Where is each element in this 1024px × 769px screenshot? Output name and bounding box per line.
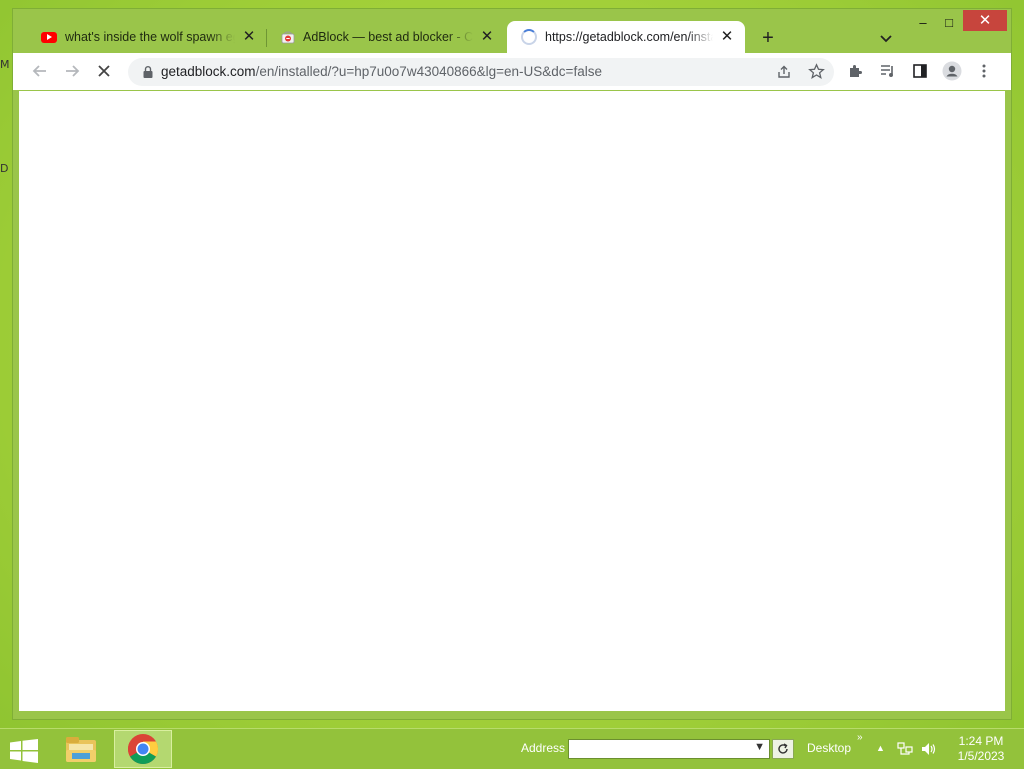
page-content-blank <box>19 91 1005 711</box>
clock-time: 1:24 PM <box>958 734 1004 748</box>
forward-arrow-icon <box>66 65 80 77</box>
desktop-edge-label: D <box>0 162 9 175</box>
more-vertical-icon <box>982 64 986 78</box>
clock-date: 1/5/2023 <box>957 749 1005 763</box>
windows-start-icon[interactable] <box>10 739 38 763</box>
tab-youtube[interactable]: what's inside the wolf spawn egg ✕ <box>27 21 267 53</box>
avatar-icon <box>942 61 962 81</box>
chrome-icon <box>127 734 159 765</box>
taskbar-address-input[interactable]: ▼ <box>568 739 770 759</box>
stop-x-icon <box>98 65 110 77</box>
bookmark-star-icon[interactable] <box>808 63 825 80</box>
side-panel-button[interactable] <box>909 60 931 82</box>
maximize-button[interactable]: □ <box>939 13 959 33</box>
profile-button[interactable] <box>941 60 963 82</box>
show-hidden-icons-arrow-icon[interactable]: ▲ <box>876 743 885 753</box>
network-icon[interactable] <box>897 741 913 757</box>
close-icon[interactable]: ✕ <box>479 29 495 45</box>
browser-toolbar: getadblock.com/en/installed/?u=hp7u0o7w4… <box>13 53 1011 90</box>
close-icon[interactable]: ✕ <box>719 29 735 45</box>
url-path: /en/installed/?u=hp7u0o7w43040866&lg=en-… <box>255 64 602 79</box>
chrome-menu-button[interactable] <box>973 60 995 82</box>
lock-icon[interactable] <box>142 65 154 79</box>
toolbar-overflow-chevron-icon[interactable]: » <box>857 732 863 743</box>
tab-search-chevron-icon[interactable] <box>877 29 895 47</box>
browser-window: what's inside the wolf spawn egg ✕ AdBlo… <box>12 8 1012 720</box>
forward-button[interactable] <box>61 60 83 82</box>
youtube-icon <box>41 31 57 43</box>
window-close-button[interactable]: ✕ <box>963 10 1007 31</box>
tab-label: AdBlock — best ad blocker - Chrome Web S… <box>303 30 473 44</box>
address-bar[interactable]: getadblock.com/en/installed/?u=hp7u0o7w4… <box>128 58 834 86</box>
share-icon[interactable] <box>776 64 792 80</box>
back-button[interactable] <box>29 60 51 82</box>
system-clock[interactable]: 1:24 PM 1/5/2023 <box>948 734 1014 764</box>
url-text: getadblock.com/en/installed/?u=hp7u0o7w4… <box>161 64 602 79</box>
chrome-taskbar-button[interactable] <box>114 730 172 768</box>
playlist-icon <box>881 65 893 77</box>
adblock-store-icon <box>281 31 295 44</box>
extensions-button[interactable] <box>845 60 867 82</box>
chevron-down-icon[interactable]: ▼ <box>754 741 765 753</box>
close-icon[interactable]: ✕ <box>241 29 257 45</box>
tab-adblock-store[interactable]: AdBlock — best ad blocker - Chrome Web S… <box>267 21 505 53</box>
refresh-icon <box>778 743 788 754</box>
new-tab-button[interactable]: + <box>757 27 779 49</box>
desktop-edge-label: M <box>0 58 10 71</box>
file-explorer-icon <box>66 737 96 762</box>
puzzle-icon <box>850 65 862 77</box>
tab-getadblock-active[interactable]: https://getadblock.com/en/installed/ ✕ <box>507 21 745 53</box>
url-host: getadblock.com <box>161 64 256 79</box>
file-explorer-taskbar-button[interactable] <box>56 730 106 768</box>
side-panel-icon <box>913 64 927 78</box>
minimize-button[interactable]: – <box>913 13 933 33</box>
taskbar-address-refresh-button[interactable] <box>772 739 794 759</box>
volume-icon[interactable] <box>920 741 938 757</box>
loading-spinner-icon <box>521 29 537 45</box>
stop-loading-button[interactable] <box>93 60 115 82</box>
taskbar: Address ▼ Desktop » ▲ 1:24 PM 1/5/2023 <box>0 728 1024 769</box>
back-arrow-icon <box>32 65 46 77</box>
taskbar-address-label: Address <box>521 741 566 755</box>
tab-label: https://getadblock.com/en/installed/ <box>545 30 713 44</box>
tab-label: what's inside the wolf spawn egg <box>65 30 235 44</box>
media-controls-button[interactable] <box>877 60 899 82</box>
tab-strip: what's inside the wolf spawn egg ✕ AdBlo… <box>13 9 1011 55</box>
desktop-toolbar-label[interactable]: Desktop <box>807 741 851 755</box>
